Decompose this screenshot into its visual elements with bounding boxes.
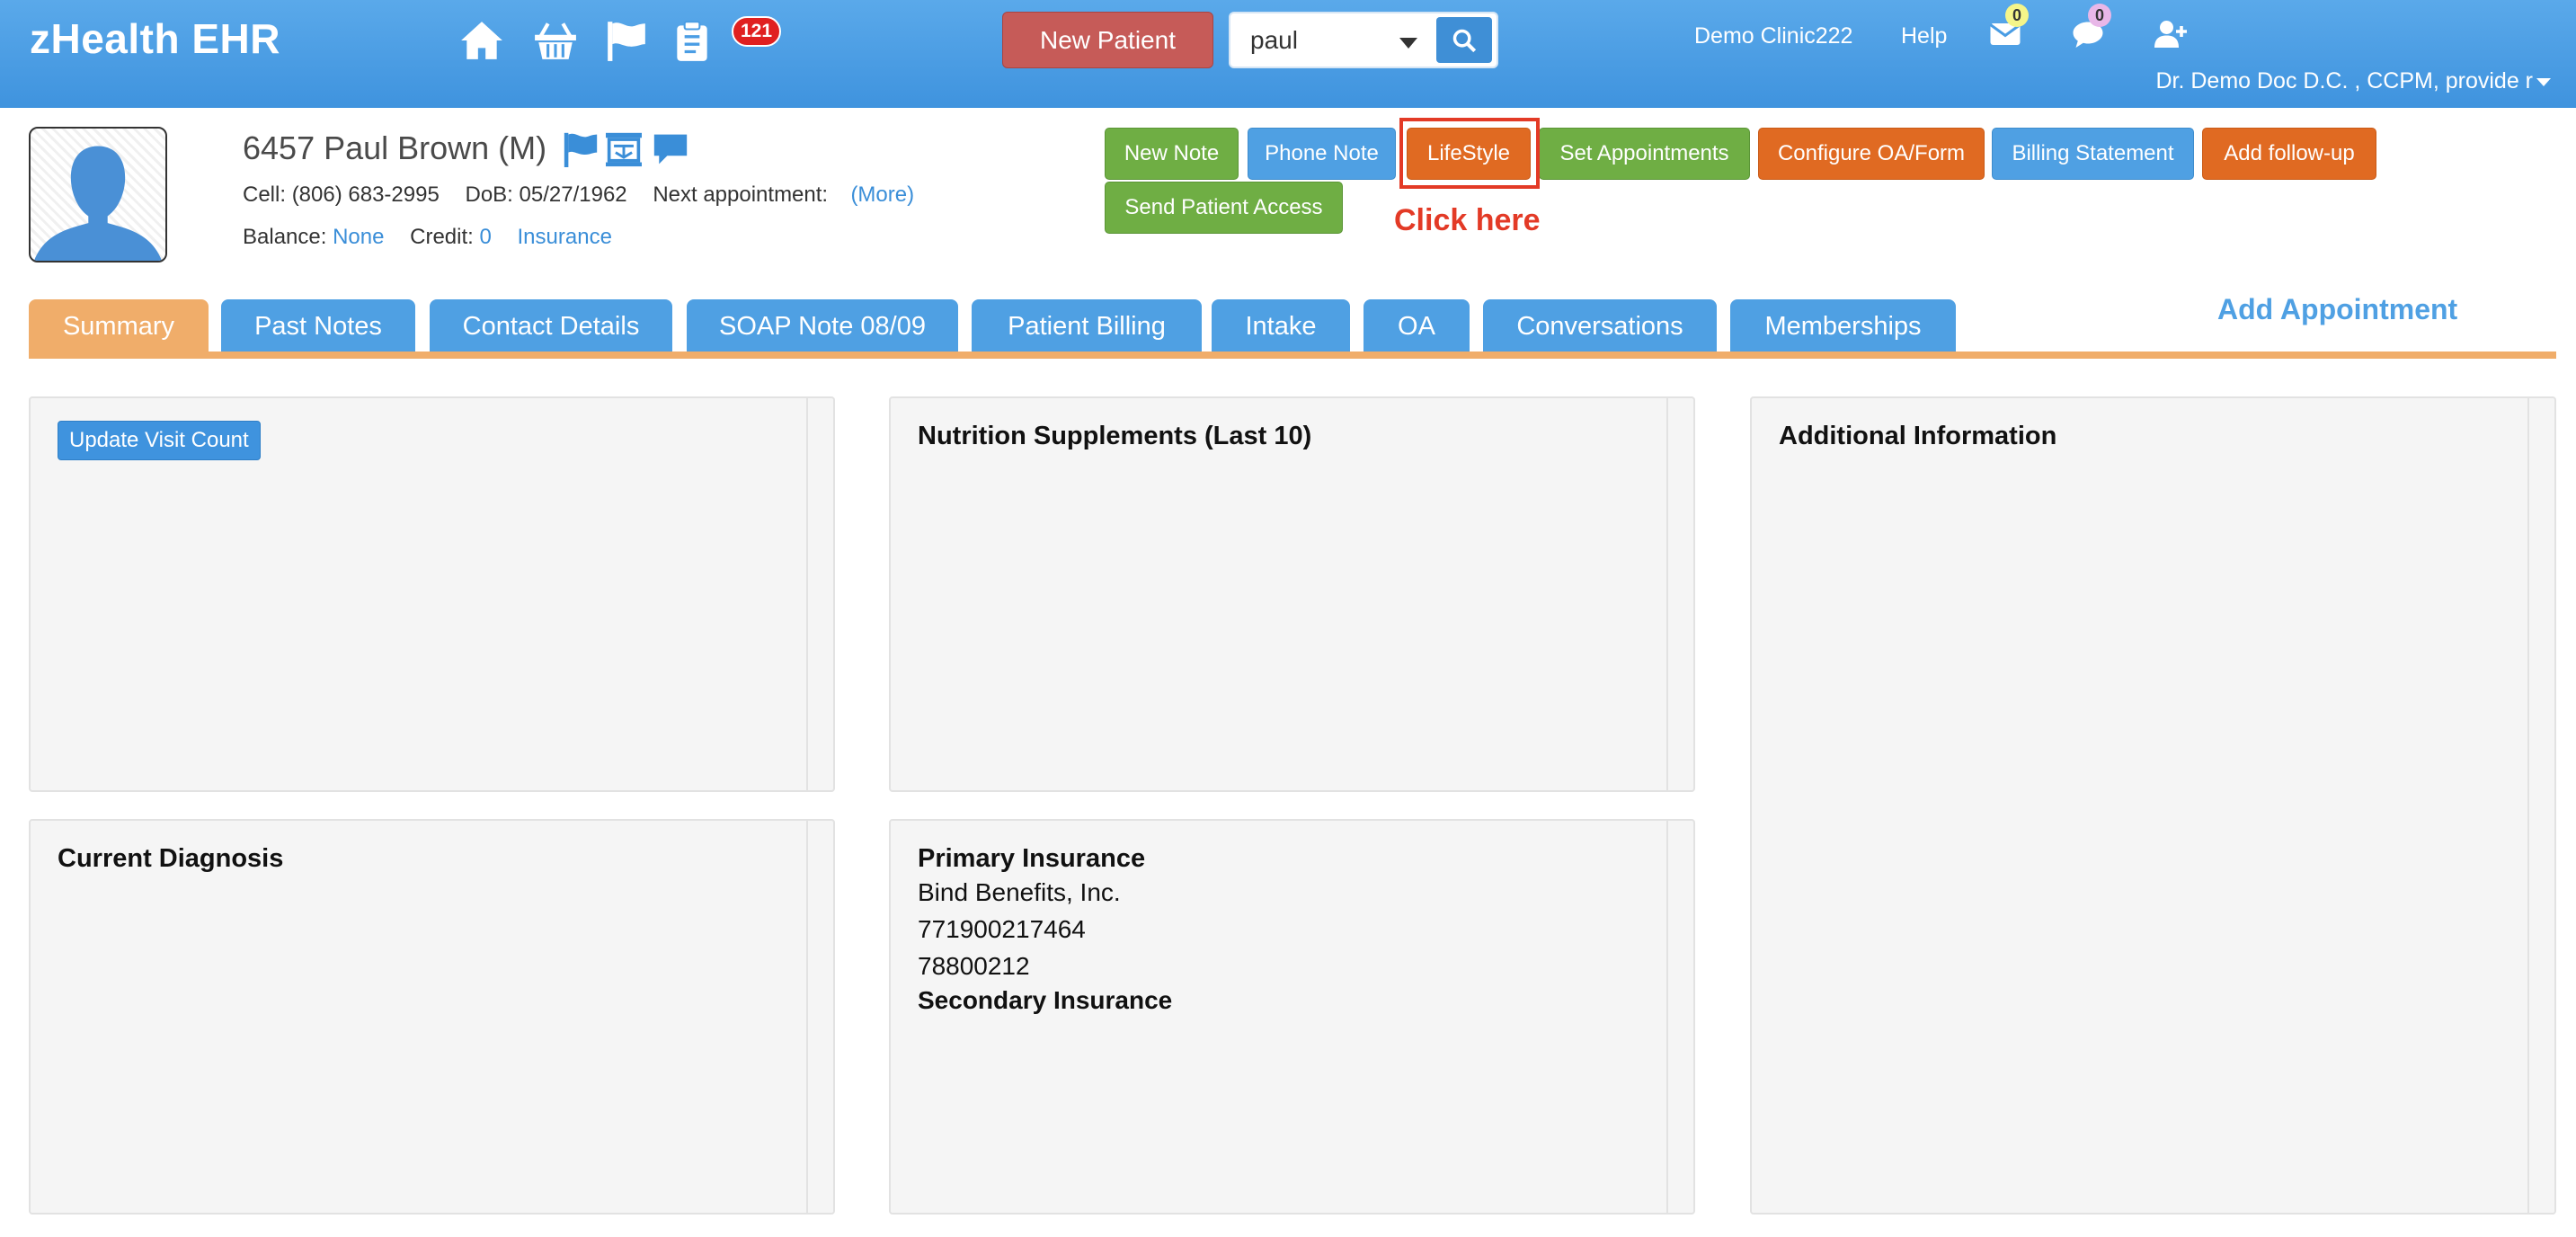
user-name[interactable]: Dr. Demo Doc D.C. , CCPM, provide r xyxy=(2155,68,2533,93)
balance-label: Balance: xyxy=(243,225,327,249)
cell-label: Cell: xyxy=(243,182,287,207)
basket-icon[interactable] xyxy=(533,20,578,61)
top-navbar: zHealth EHR 121 New Patient paul Demo Cl… xyxy=(0,0,2576,108)
additional-information-title: Additional Information xyxy=(1779,422,2057,450)
tab-soap-note[interactable]: SOAP Note 08/09 xyxy=(687,299,958,353)
update-visit-count-button[interactable]: Update Visit Count xyxy=(58,421,261,460)
configure-oa-form-button[interactable]: Configure OA/Form xyxy=(1758,128,1985,180)
search-button[interactable] xyxy=(1436,17,1492,63)
balance-link[interactable]: None xyxy=(333,225,384,249)
new-patient-button[interactable]: New Patient xyxy=(1002,12,1213,68)
current-diagnosis-title: Current Diagnosis xyxy=(58,844,284,873)
chevron-down-icon[interactable] xyxy=(1399,38,1417,49)
flag-icon[interactable] xyxy=(604,20,649,61)
tab-underline xyxy=(29,352,2556,359)
credit-link[interactable]: 0 xyxy=(479,225,491,249)
tab-intake[interactable]: Intake xyxy=(1212,299,1350,353)
primary-insurance-id: 771900217464 xyxy=(918,915,1086,943)
tab-summary[interactable]: Summary xyxy=(29,299,209,353)
current-diagnosis-panel: Current Diagnosis xyxy=(29,819,835,1215)
primary-insurance-title: Primary Insurance xyxy=(918,844,1146,873)
annotation-highlight-box xyxy=(1399,118,1540,189)
tab-patient-billing[interactable]: Patient Billing xyxy=(972,299,1202,353)
caret-down-icon[interactable] xyxy=(2536,77,2551,86)
patient-flag-icon[interactable] xyxy=(561,131,600,167)
search-icon xyxy=(1452,29,1477,53)
tab-memberships[interactable]: Memberships xyxy=(1730,299,1956,353)
patient-avatar xyxy=(29,127,167,263)
tab-conversations[interactable]: Conversations xyxy=(1483,299,1717,353)
patient-message-icon[interactable] xyxy=(651,131,690,167)
nutrition-supplements-title: Nutrition Supplements (Last 10) xyxy=(918,422,1312,450)
tab-contact-details[interactable]: Contact Details xyxy=(430,299,672,353)
home-icon[interactable] xyxy=(459,20,504,61)
insurance-panel: Primary Insurance Bind Benefits, Inc. 77… xyxy=(889,819,1695,1215)
notification-count-badge[interactable]: 121 xyxy=(732,16,782,47)
next-appointment-label: Next appointment: xyxy=(653,182,829,207)
billing-statement-button[interactable]: Billing Statement xyxy=(1992,128,2194,180)
additional-information-panel: Additional Information xyxy=(1750,396,2556,1215)
patient-name: 6457 Paul Brown (M) xyxy=(243,129,547,166)
new-note-button[interactable]: New Note xyxy=(1105,128,1239,180)
chat-count-badge: 0 xyxy=(2088,4,2111,27)
mail-count-badge: 0 xyxy=(2005,4,2029,27)
phone-note-button[interactable]: Phone Note xyxy=(1248,128,1396,180)
patient-search[interactable]: paul xyxy=(1229,12,1498,68)
add-user-icon[interactable] xyxy=(2154,18,2187,50)
dob-label: DoB: xyxy=(465,182,513,207)
patient-contact-line: Cell: (806) 683-2995 DoB: 05/27/1962 Nex… xyxy=(243,182,914,208)
credit-label: Credit: xyxy=(410,225,474,249)
nutrition-supplements-panel: Nutrition Supplements (Last 10) xyxy=(889,396,1695,792)
patient-balance-line: Balance: None Credit: 0 Insurance xyxy=(243,225,612,250)
cell-value: (806) 683-2995 xyxy=(291,182,440,207)
clinic-link[interactable]: Demo Clinic222 xyxy=(1694,23,1852,49)
help-link[interactable]: Help xyxy=(1901,23,1947,49)
more-appointments-link[interactable]: (More) xyxy=(850,182,914,207)
tab-oa[interactable]: OA xyxy=(1364,299,1470,353)
primary-insurance-group: 78800212 xyxy=(918,952,1030,980)
dob-value: 05/27/1962 xyxy=(519,182,627,207)
add-follow-up-button[interactable]: Add follow-up xyxy=(2202,128,2376,180)
add-appointment-link[interactable]: Add Appointment xyxy=(2217,293,2457,326)
user-menu[interactable]: Dr. Demo Doc D.C. , CCPM, provide r xyxy=(2155,68,2551,94)
clipboard-icon[interactable] xyxy=(670,20,715,61)
primary-insurance-name: Bind Benefits, Inc. xyxy=(918,878,1121,906)
tab-past-notes[interactable]: Past Notes xyxy=(221,299,415,353)
patient-chart-icon[interactable] xyxy=(604,131,644,167)
set-appointments-button[interactable]: Set Appointments xyxy=(1539,128,1750,180)
person-silhouette-icon xyxy=(33,146,163,261)
brand-logo[interactable]: zHealth EHR xyxy=(30,14,280,63)
secondary-insurance-title: Secondary Insurance xyxy=(918,986,1173,1014)
visit-count-panel: Update Visit Count xyxy=(29,396,835,792)
send-patient-access-button[interactable]: Send Patient Access xyxy=(1105,182,1343,234)
annotation-click-here: Click here xyxy=(1394,203,1541,237)
search-input[interactable]: paul xyxy=(1250,26,1298,55)
insurance-link[interactable]: Insurance xyxy=(518,225,612,249)
